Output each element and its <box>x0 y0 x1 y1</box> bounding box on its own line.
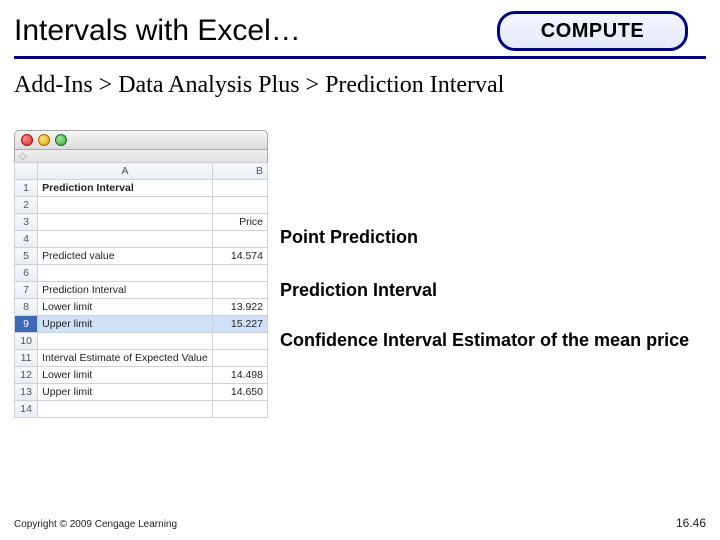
cell-b <box>212 265 267 282</box>
excel-screenshot: ◇ A B 1 Prediction Interval 2 3 Price <box>14 130 268 418</box>
cell-a: Lower limit <box>38 299 213 316</box>
row-header: 14 <box>15 401 38 418</box>
cell-b <box>212 282 267 299</box>
copyright: Copyright © 2009 Cengage Learning <box>14 519 177 530</box>
minimize-icon <box>38 134 50 146</box>
table-row: 13 Upper limit 14.650 <box>15 384 268 401</box>
table-row: 7 Prediction Interval <box>15 282 268 299</box>
slide-header: Intervals with Excel… COMPUTE <box>14 6 706 59</box>
row-header: 6 <box>15 265 38 282</box>
excel-toolbar: ◇ <box>14 150 268 162</box>
slide-title: Intervals with Excel… <box>14 14 301 48</box>
compute-badge: COMPUTE <box>497 11 688 51</box>
cell-a: Interval Estimate of Expected Value <box>38 350 213 367</box>
annotation-point-prediction: Point Prediction <box>280 227 418 248</box>
row-header: 2 <box>15 197 38 214</box>
zoom-icon <box>55 134 67 146</box>
table-row: 14 <box>15 401 268 418</box>
diamond-icon: ◇ <box>19 151 27 162</box>
row-header: 13 <box>15 384 38 401</box>
table-row: 2 <box>15 197 268 214</box>
table-row: 12 Lower limit 14.498 <box>15 367 268 384</box>
col-header-b: B <box>212 163 267 180</box>
row-header: 5 <box>15 248 38 265</box>
excel-grid: A B 1 Prediction Interval 2 3 Price 4 <box>14 162 268 418</box>
table-row: 8 Lower limit 13.922 <box>15 299 268 316</box>
table-row: 3 Price <box>15 214 268 231</box>
annotation-prediction-interval: Prediction Interval <box>280 280 437 301</box>
row-header: 3 <box>15 214 38 231</box>
table-row: 4 <box>15 231 268 248</box>
table-row: 1 Prediction Interval <box>15 180 268 197</box>
table-row: 6 <box>15 265 268 282</box>
row-header: 9 <box>15 316 38 333</box>
cell-a <box>38 214 213 231</box>
cell-b <box>212 231 267 248</box>
cell-b <box>212 401 267 418</box>
mac-titlebar <box>14 130 268 150</box>
cell-a: Lower limit <box>38 367 213 384</box>
cell-a: Upper limit <box>38 316 213 333</box>
cell-a <box>38 231 213 248</box>
cell-b: 13.922 <box>212 299 267 316</box>
cell-a <box>38 333 213 350</box>
cell-a <box>38 197 213 214</box>
table-row: 11 Interval Estimate of Expected Value <box>15 350 268 367</box>
close-icon <box>21 134 33 146</box>
row-header: 10 <box>15 333 38 350</box>
breadcrumb: Add-Ins > Data Analysis Plus > Predictio… <box>14 72 504 99</box>
cell-b: 14.498 <box>212 367 267 384</box>
page-number: 16.46 <box>676 516 706 530</box>
cell-b <box>212 350 267 367</box>
cell-a: Predicted value <box>38 248 213 265</box>
row-header: 7 <box>15 282 38 299</box>
cell-b: Price <box>212 214 267 231</box>
cell-a <box>38 401 213 418</box>
cell-b: 14.574 <box>212 248 267 265</box>
annotation-confidence-interval: Confidence Interval Estimator of the mea… <box>280 330 689 352</box>
cell-b: 14.650 <box>212 384 267 401</box>
cell-a: Prediction Interval <box>38 180 213 197</box>
row-header: 4 <box>15 231 38 248</box>
column-header-row: A B <box>15 163 268 180</box>
cell-a <box>38 265 213 282</box>
cell-b: 15.227 <box>212 316 267 333</box>
row-header: 11 <box>15 350 38 367</box>
cell-b <box>212 180 267 197</box>
corner-cell <box>15 163 38 180</box>
row-header: 1 <box>15 180 38 197</box>
row-header: 8 <box>15 299 38 316</box>
cell-b <box>212 197 267 214</box>
cell-a: Upper limit <box>38 384 213 401</box>
table-row: 5 Predicted value 14.574 <box>15 248 268 265</box>
col-header-a: A <box>38 163 213 180</box>
cell-a: Prediction Interval <box>38 282 213 299</box>
cell-b <box>212 333 267 350</box>
row-header: 12 <box>15 367 38 384</box>
table-row: 9 Upper limit 15.227 <box>15 316 268 333</box>
table-row: 10 <box>15 333 268 350</box>
